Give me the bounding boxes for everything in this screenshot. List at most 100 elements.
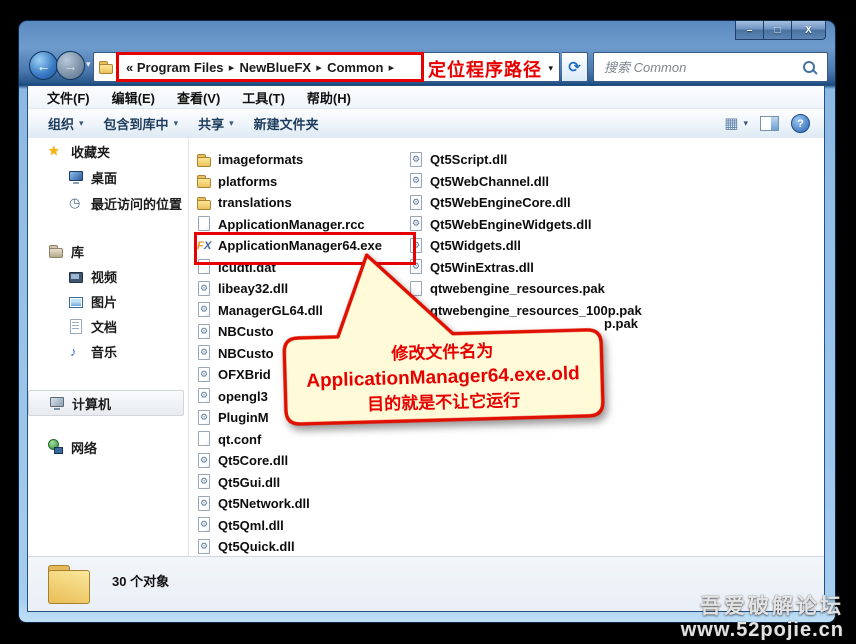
refresh-button[interactable]: [562, 52, 588, 82]
file-icon: [196, 517, 212, 533]
minimize-button[interactable]: –: [735, 21, 764, 40]
file-row[interactable]: Qt5Quick.dll: [196, 536, 401, 558]
toolbar-button[interactable]: 组织: [38, 111, 94, 136]
close-button[interactable]: X: [791, 21, 826, 40]
sidebar-item[interactable]: 库: [28, 238, 188, 264]
file-icon: [196, 216, 212, 232]
file-icon: [196, 539, 212, 555]
maximize-button[interactable]: □: [763, 21, 792, 40]
file-icon: [408, 173, 424, 189]
help-icon[interactable]: [791, 114, 810, 133]
search-input[interactable]: [602, 59, 803, 76]
menu-item[interactable]: 编辑(E): [103, 86, 164, 109]
file-icon: [196, 367, 212, 383]
address-bar[interactable]: « Program Files NewBlueFX Common 定位程序路径: [93, 52, 560, 82]
sidebar-item[interactable]: 视频: [28, 264, 188, 289]
breadcrumb-segment[interactable]: Common: [327, 60, 399, 75]
file-row[interactable]: Qt5Network.dll: [196, 493, 401, 515]
sidebar-item[interactable]: 音乐: [28, 339, 188, 364]
file-icon: [196, 152, 212, 168]
change-view-icon[interactable]: [724, 116, 738, 131]
path-annotation: 定位程序路径: [428, 56, 542, 82]
file-name: OFXBrid: [218, 367, 271, 382]
file-row[interactable]: Qt5WebEngineCore.dll: [408, 192, 658, 214]
menu-item[interactable]: 查看(V): [168, 86, 229, 109]
breadcrumb-arrow-icon[interactable]: [224, 61, 240, 74]
sidebar-item[interactable]: 计算机: [28, 390, 184, 416]
file-name: Qt5Qml.dll: [218, 518, 284, 533]
file-icon: [196, 496, 212, 512]
sidebar-item[interactable]: 最近访问的位置: [28, 190, 188, 216]
file-row[interactable]: Qt5WebChannel.dll: [408, 171, 658, 193]
toolbar-button[interactable]: 包含到库中: [94, 111, 189, 136]
sidebar-item[interactable]: 网络: [28, 434, 188, 460]
file-row[interactable]: platforms: [196, 171, 401, 193]
sidebar-item[interactable]: 图片: [28, 289, 188, 314]
pane-divider[interactable]: [188, 138, 189, 557]
sidebar-item-icon: [68, 169, 84, 185]
file-name: imageformats: [218, 152, 303, 167]
forward-button[interactable]: →: [56, 51, 85, 80]
change-view-dropdown-icon[interactable]: [743, 118, 748, 129]
file-row[interactable]: translations: [196, 192, 401, 214]
file-icon: [196, 410, 212, 426]
sidebar-item-label: 库: [71, 242, 84, 261]
file-name: NBCusto: [218, 324, 274, 339]
file-row[interactable]: Qt5Qml.dll: [196, 515, 401, 537]
search-box[interactable]: [593, 52, 828, 82]
preview-pane-icon[interactable]: [760, 116, 779, 131]
file-icon: [196, 388, 212, 404]
file-icon: [408, 195, 424, 211]
status-folder-icon: [46, 563, 94, 605]
callout-bubble: [265, 241, 616, 437]
file-icon: [196, 345, 212, 361]
search-icon[interactable]: [803, 61, 815, 73]
file-name: ApplicationManager.rcc: [218, 217, 365, 232]
menu-bar: 文件(F)编辑(E)查看(V)工具(T)帮助(H): [28, 86, 824, 109]
file-icon: [196, 173, 212, 189]
file-name: Qt5Gui.dll: [218, 475, 280, 490]
toolbar-button[interactable]: 新建文件夹: [244, 111, 329, 136]
file-row[interactable]: Qt5WebEngineWidgets.dll: [408, 214, 658, 236]
item-count: 30 个对象: [112, 571, 169, 590]
breadcrumb-segment[interactable]: NewBlueFX: [240, 60, 328, 75]
file-name: Qt5Network.dll: [218, 496, 310, 511]
sidebar-item-label: 收藏夹: [71, 142, 110, 161]
history-dropdown-icon[interactable]: ▾: [86, 59, 91, 70]
file-row[interactable]: Qt5Core.dll: [196, 450, 401, 472]
sidebar-item: [28, 364, 188, 390]
sidebar-item-icon: [68, 344, 84, 360]
menu-item[interactable]: 工具(T): [233, 86, 294, 109]
breadcrumb-segment[interactable]: « Program Files: [126, 60, 240, 75]
menu-item[interactable]: 文件(F): [38, 86, 99, 109]
back-button[interactable]: ←: [29, 51, 58, 80]
sidebar-item[interactable]: 桌面: [28, 164, 188, 190]
file-icon: [196, 324, 212, 340]
watermark-url: www.52pojie.cn: [681, 619, 844, 642]
file-icon: [196, 195, 212, 211]
breadcrumb-arrow-icon[interactable]: [311, 61, 327, 74]
content-frame: 文件(F)编辑(E)查看(V)工具(T)帮助(H) 组织 包含到库中 共享 新建…: [27, 85, 825, 612]
file-row[interactable]: Qt5Script.dll: [408, 149, 658, 171]
toolbar-button[interactable]: 共享: [188, 111, 244, 136]
file-name: PluginM: [218, 410, 269, 425]
file-name: Qt5Core.dll: [218, 453, 288, 468]
breadcrumb-arrow-icon[interactable]: [383, 61, 399, 74]
sidebar-item-icon: [49, 395, 65, 411]
file-name: translations: [218, 195, 292, 210]
sidebar-item-label: 音乐: [91, 342, 117, 361]
address-folder-icon: [98, 59, 114, 75]
sidebar-item: [28, 416, 188, 434]
file-row[interactable]: Qt5Gui.dll: [196, 472, 401, 494]
window-controls: –□X: [736, 21, 826, 40]
sidebar-item[interactable]: 收藏夹: [28, 138, 188, 164]
breadcrumb: « Program Files NewBlueFX Common: [126, 60, 399, 75]
sidebar-item[interactable]: 文档: [28, 314, 188, 339]
menu-item[interactable]: 帮助(H): [298, 86, 360, 109]
title-bar[interactable]: [19, 21, 835, 50]
file-row[interactable]: imageformats: [196, 149, 401, 171]
address-dropdown-icon[interactable]: [548, 63, 553, 74]
sidebar-item-label: 最近访问的位置: [91, 194, 182, 213]
file-name: Qt5Script.dll: [430, 152, 507, 167]
toolbar-left: 组织 包含到库中 共享 新建文件夹: [38, 111, 329, 136]
